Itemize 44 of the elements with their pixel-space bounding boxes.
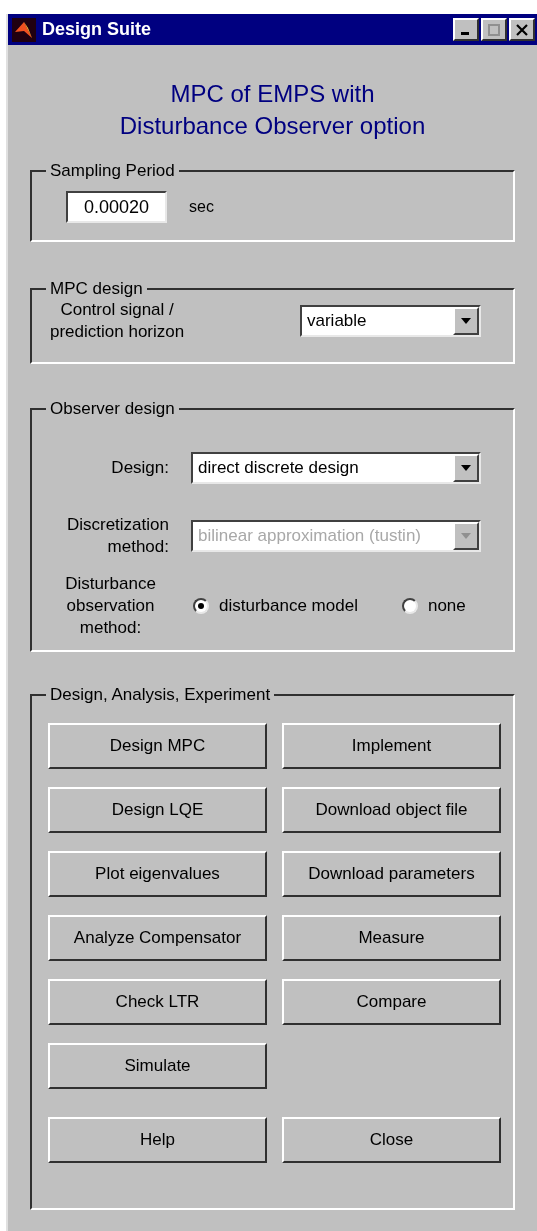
close-button[interactable] [509, 18, 535, 41]
maximize-button[interactable] [481, 18, 507, 41]
dropdown-arrow-button[interactable] [453, 454, 479, 482]
action-button[interactable]: Simulate [48, 1043, 267, 1089]
action-button[interactable]: Analyze Compensator [48, 915, 267, 961]
minimize-button[interactable] [453, 18, 479, 41]
action-button[interactable]: Download object file [282, 787, 501, 833]
dropdown-arrow-button[interactable] [453, 307, 479, 335]
dialog-heading: MPC of EMPS with [170, 79, 375, 109]
action-button[interactable]: Check LTR [48, 979, 267, 1025]
dropdown[interactable]: direct discrete design [191, 452, 481, 484]
field-label: Discretization method: [65, 514, 169, 558]
action-button[interactable]: Design LQE [48, 787, 267, 833]
radio-option[interactable]: disturbance model [193, 593, 358, 619]
action-button[interactable]: Compare [282, 979, 501, 1025]
unit-label: sec [189, 197, 214, 217]
field-label: Control signal / prediction horizon [50, 299, 185, 343]
action-button[interactable]: Download parameters [282, 851, 501, 897]
caret-down-icon [461, 465, 471, 471]
app-logo-icon [12, 17, 36, 42]
close-icon [516, 23, 528, 36]
action-button[interactable]: Help [48, 1117, 267, 1163]
group-title: Sampling Period [49, 162, 176, 179]
action-button[interactable]: Measure [282, 915, 501, 961]
minimize-icon [460, 32, 469, 35]
field-label: Disturbance observation method: [64, 573, 157, 639]
maximize-icon [488, 23, 500, 36]
group-title: MPC design [49, 280, 144, 297]
field-label: Design: [110, 457, 169, 479]
action-button[interactable]: Design MPC [48, 723, 267, 769]
dropdown[interactable]: variable [300, 305, 481, 337]
radio-button[interactable] [193, 598, 209, 614]
radio-button[interactable] [401, 598, 418, 614]
action-button[interactable]: Plot eigenvalues [48, 851, 267, 897]
action-button[interactable]: Implement [282, 723, 501, 769]
sampling-period-field[interactable]: 0.00020 [66, 191, 167, 223]
caret-down-icon [461, 533, 471, 539]
radio-option[interactable]: none [401, 593, 466, 619]
group-title: Observer design [49, 400, 176, 417]
dialog-heading: Disturbance Observer option [119, 111, 426, 141]
group-title: Design, Analysis, Experiment [49, 686, 272, 703]
action-button[interactable]: Close [282, 1117, 501, 1163]
caret-down-icon [461, 318, 471, 324]
window-title: Design Suite [42, 18, 153, 41]
